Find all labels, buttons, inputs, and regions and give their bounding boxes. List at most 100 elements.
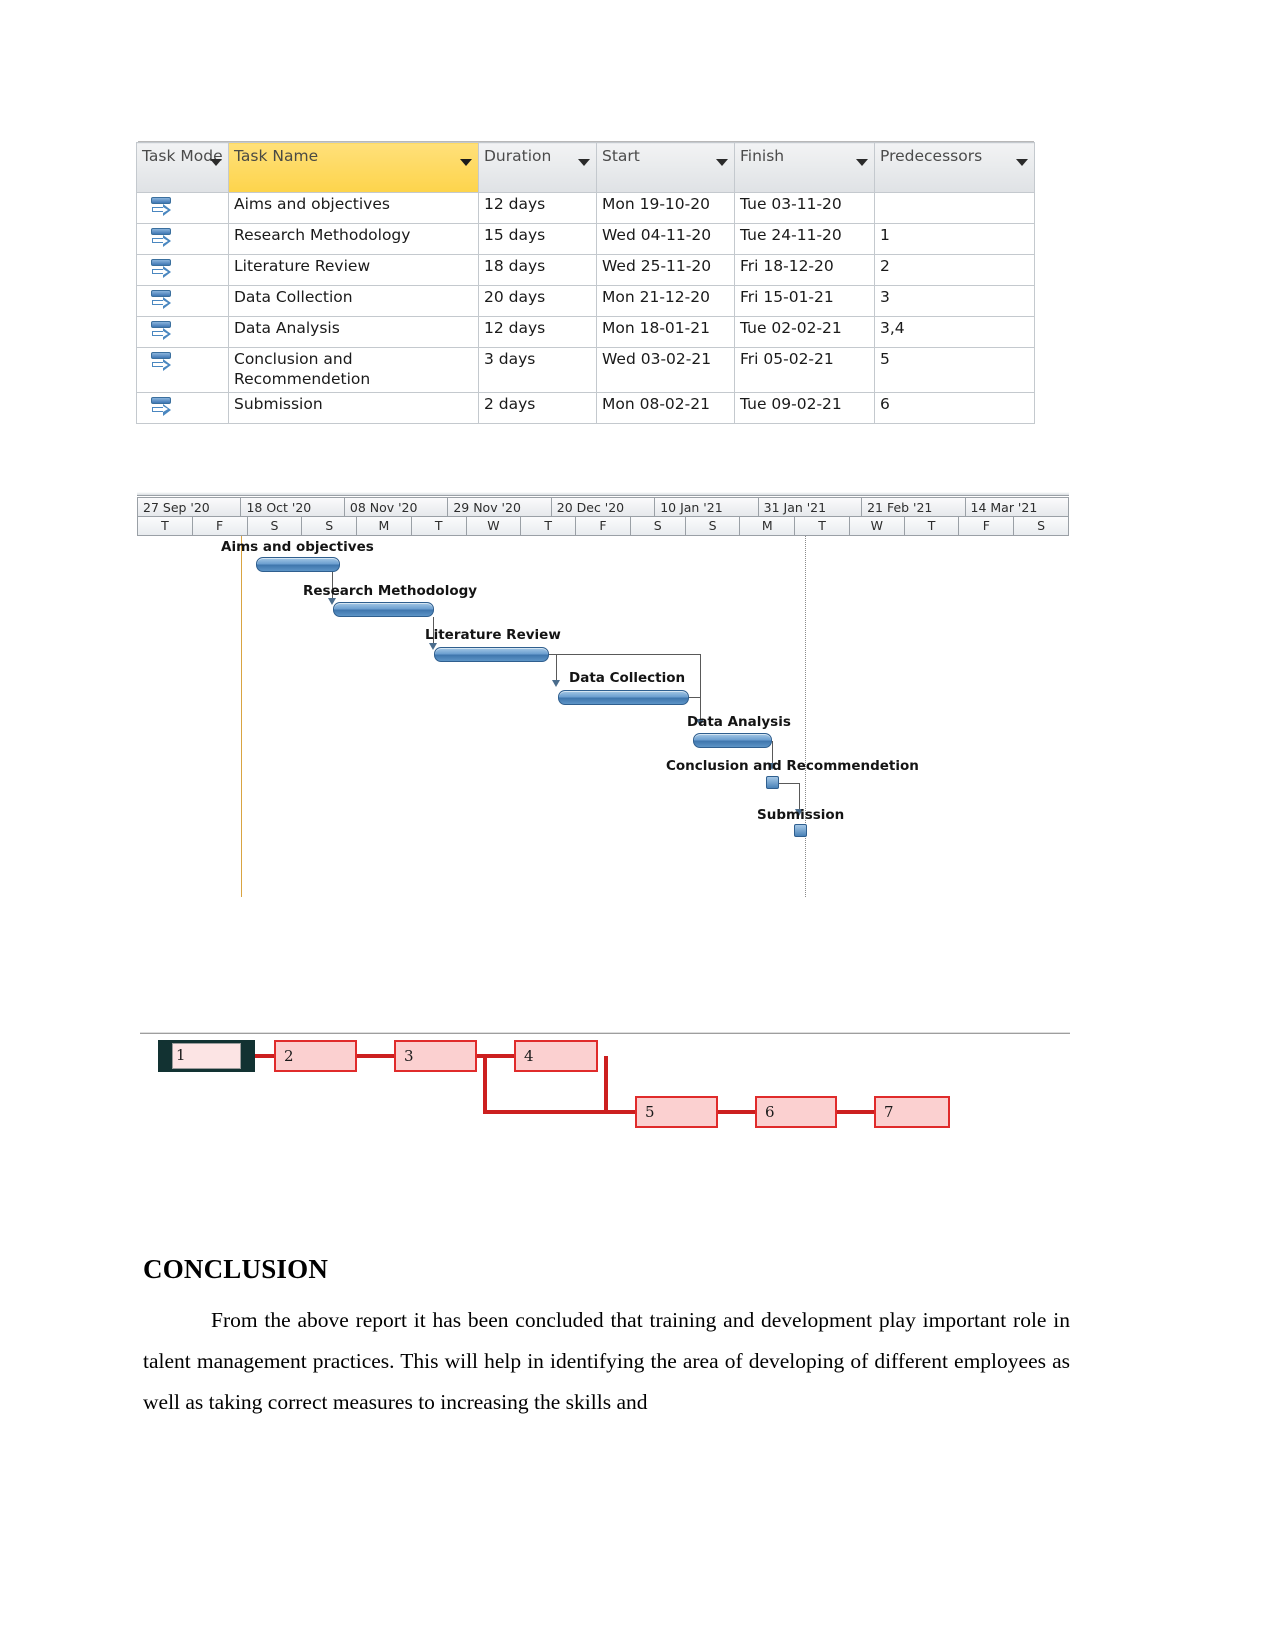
task-predecessors-cell[interactable]: 2 (874, 254, 1035, 286)
network-node-1[interactable]: 1 (158, 1040, 255, 1072)
gantt-link-arrow-icon (552, 680, 560, 687)
network-node-label: 3 (404, 1047, 414, 1065)
task-name-cell[interactable]: Data Collection (228, 285, 479, 317)
gantt-link-line (549, 654, 701, 655)
task-duration-cell[interactable]: 3 days (478, 347, 597, 393)
task-finish-cell[interactable]: Fri 15-01-21 (734, 285, 875, 317)
auto-schedule-icon (151, 352, 175, 376)
chevron-down-icon[interactable] (856, 159, 868, 166)
task-predecessors-cell[interactable]: 3,4 (874, 316, 1035, 348)
task-start-cell[interactable]: Wed 04-11-20 (596, 223, 735, 255)
gantt-milestone[interactable] (794, 824, 807, 837)
network-node-6[interactable]: 6 (755, 1096, 837, 1128)
column-header-predecessors-label: Predecessors (880, 147, 983, 165)
task-name-cell[interactable]: Literature Review (228, 254, 479, 286)
task-predecessors-cell[interactable]: 3 (874, 285, 1035, 317)
task-finish-cell[interactable]: Tue 24-11-20 (734, 223, 875, 255)
table-row[interactable]: Conclusion and Recommendetion 3 days Wed… (136, 347, 1035, 393)
gantt-milestone[interactable] (766, 776, 779, 789)
conclusion-heading: CONCLUSION (143, 1254, 329, 1284)
network-node-2[interactable]: 2 (274, 1040, 357, 1072)
task-predecessors-cell[interactable]: 5 (874, 347, 1035, 393)
task-finish-cell[interactable]: Tue 09-02-21 (734, 391, 875, 424)
network-diagram-panel: 1 2 3 4 5 6 7 (140, 1040, 1070, 1160)
task-mode-cell[interactable] (136, 192, 229, 224)
task-name-cell[interactable]: Data Analysis (228, 316, 479, 348)
auto-schedule-icon (151, 259, 175, 283)
timeline-day-cell: T (521, 517, 577, 535)
task-duration-cell[interactable]: 15 days (478, 223, 597, 255)
today-line (805, 536, 806, 897)
timeline-day-cell: T (905, 517, 960, 535)
gantt-bar[interactable] (256, 557, 340, 572)
task-finish-cell[interactable]: Tue 03-11-20 (734, 192, 875, 224)
task-mode-cell[interactable] (136, 391, 229, 424)
task-mode-cell[interactable] (136, 347, 229, 393)
task-duration-cell[interactable]: 18 days (478, 254, 597, 286)
network-node-3[interactable]: 3 (394, 1040, 477, 1072)
chevron-down-icon[interactable] (578, 159, 590, 166)
network-node-label: 7 (884, 1103, 894, 1121)
column-header-start[interactable]: Start (596, 142, 735, 193)
task-name-cell[interactable]: Research Methodology (228, 223, 479, 255)
gantt-bar-area: Aims and objectives Research Methodology… (137, 536, 1069, 936)
task-duration-cell[interactable]: 12 days (478, 192, 597, 224)
chevron-down-icon[interactable] (716, 159, 728, 166)
gantt-chart-panel: 27 Sep '20 18 Oct '20 08 Nov '20 29 Nov … (137, 492, 1069, 937)
table-row[interactable]: Data Collection 20 days Mon 21-12-20 Fri… (136, 285, 1035, 317)
network-node-7[interactable]: 7 (874, 1096, 950, 1128)
column-header-predecessors[interactable]: Predecessors (874, 142, 1035, 193)
chevron-down-icon[interactable] (1016, 159, 1028, 166)
gantt-bar-label: Literature Review (425, 627, 561, 643)
network-edge (604, 1056, 608, 1112)
table-row[interactable]: Submission 2 days Mon 08-02-21 Tue 09-02… (136, 391, 1035, 424)
task-start-cell[interactable]: Mon 21-12-20 (596, 285, 735, 317)
gantt-bar[interactable] (434, 647, 549, 662)
network-node-4[interactable]: 4 (514, 1040, 598, 1072)
chevron-down-icon[interactable] (460, 159, 472, 166)
table-row[interactable]: Data Analysis 12 days Mon 18-01-21 Tue 0… (136, 316, 1035, 348)
task-mode-cell[interactable] (136, 285, 229, 317)
column-header-task-name[interactable]: Task Name (228, 142, 479, 193)
task-mode-cell[interactable] (136, 316, 229, 348)
task-duration-cell[interactable]: 20 days (478, 285, 597, 317)
gantt-bar[interactable] (558, 690, 689, 705)
timeline-day-cell: S (686, 517, 741, 535)
network-edge (483, 1056, 487, 1114)
table-row[interactable]: Research Methodology 15 days Wed 04-11-2… (136, 223, 1035, 255)
task-predecessors-cell[interactable] (874, 192, 1035, 224)
task-mode-cell[interactable] (136, 223, 229, 255)
task-start-cell[interactable]: Wed 25-11-20 (596, 254, 735, 286)
table-header-row: Task Mode Task Name Duration Start Finis… (136, 142, 1035, 193)
column-header-task-mode[interactable]: Task Mode (136, 142, 229, 193)
column-header-finish[interactable]: Finish (734, 142, 875, 193)
task-start-cell[interactable]: Mon 19-10-20 (596, 192, 735, 224)
task-finish-cell[interactable]: Tue 02-02-21 (734, 316, 875, 348)
timeline-day-cell: S (631, 517, 686, 535)
task-duration-cell[interactable]: 2 days (478, 391, 597, 424)
timeline-day-cell: S (302, 517, 358, 535)
chevron-down-icon[interactable] (210, 159, 222, 166)
timeline-month-cell: 10 Jan '21 (655, 498, 759, 516)
table-row[interactable]: Aims and objectives 12 days Mon 19-10-20… (136, 192, 1035, 224)
column-header-duration[interactable]: Duration (478, 142, 597, 193)
task-start-cell[interactable]: Mon 08-02-21 (596, 391, 735, 424)
gantt-bar[interactable] (333, 602, 434, 617)
task-name-cell[interactable]: Conclusion and Recommendetion (228, 347, 479, 393)
task-start-cell[interactable]: Mon 18-01-21 (596, 316, 735, 348)
task-name-cell[interactable]: Aims and objectives (228, 192, 479, 224)
network-node-5[interactable]: 5 (635, 1096, 718, 1128)
timeline-day-cell: W (850, 517, 905, 535)
timeline-month-cell: 14 Mar '21 (970, 500, 1038, 515)
task-start-cell[interactable]: Wed 03-02-21 (596, 347, 735, 393)
task-predecessors-cell[interactable]: 6 (874, 391, 1035, 424)
task-predecessors-cell[interactable]: 1 (874, 223, 1035, 255)
gantt-bar[interactable] (693, 733, 772, 748)
task-finish-cell[interactable]: Fri 18-12-20 (734, 254, 875, 286)
task-name-cell[interactable]: Submission (228, 391, 479, 424)
task-duration-cell[interactable]: 12 days (478, 316, 597, 348)
task-finish-cell[interactable]: Fri 05-02-21 (734, 347, 875, 393)
table-row[interactable]: Literature Review 18 days Wed 25-11-20 F… (136, 254, 1035, 286)
task-mode-cell[interactable] (136, 254, 229, 286)
timeline-day-cell: F (193, 517, 248, 535)
